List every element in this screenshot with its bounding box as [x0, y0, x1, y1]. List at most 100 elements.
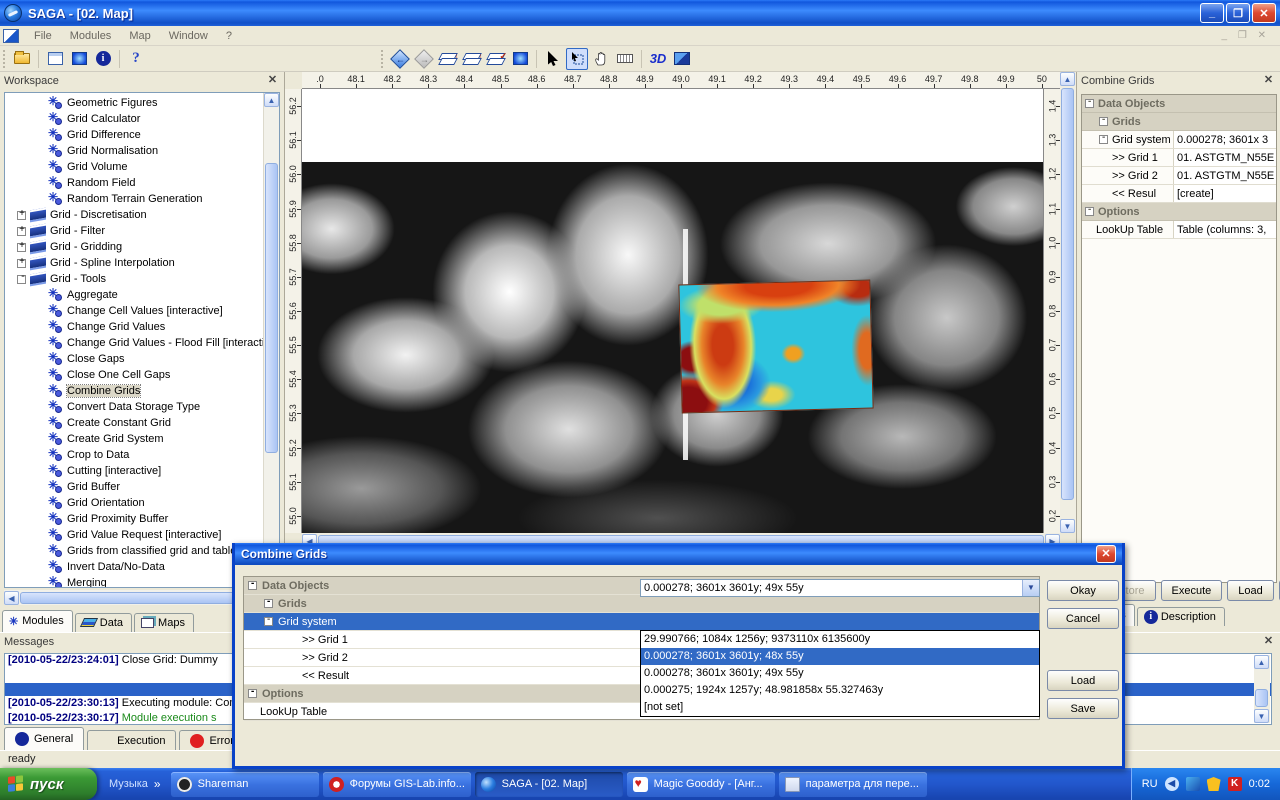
param-section-row[interactable]: Options — [1082, 203, 1276, 221]
collapse-icon[interactable] — [264, 617, 273, 626]
taskbar-clock[interactable]: 0:02 — [1249, 778, 1270, 790]
menu-item[interactable]: ? — [217, 28, 241, 44]
show-layers-icon[interactable]: ✓ — [485, 48, 507, 70]
tree-item[interactable]: Crop to Data — [5, 447, 263, 463]
tree-item[interactable]: Grids from classified grid and table — [5, 543, 263, 559]
open-file-icon[interactable] — [11, 48, 33, 70]
map-vscroll-thumb[interactable] — [1061, 88, 1074, 500]
param-section-row[interactable]: Data Objects — [1082, 95, 1276, 113]
restore-button[interactable]: ❐ — [1226, 3, 1250, 23]
menu-item[interactable]: Modules — [61, 28, 121, 44]
tree-item[interactable]: Grid - Filter — [5, 223, 263, 239]
grid-system-combobox[interactable]: 0.000278; 3601x 3601y; 49x 55y ▼ — [640, 579, 1040, 597]
param-section-row[interactable]: Grids — [244, 595, 1039, 613]
scroll-up-icon[interactable]: ▲ — [264, 93, 279, 107]
tree-item[interactable]: Grid - Discretisation — [5, 207, 263, 223]
tree-item[interactable]: Grid Value Request [interactive] — [5, 527, 263, 543]
load-button[interactable]: Load — [1047, 670, 1119, 691]
dropdown-item[interactable]: [not set] — [641, 699, 1039, 716]
expand-toggle-icon[interactable] — [17, 259, 26, 268]
quick-launch-chevron-icon[interactable]: » — [154, 777, 161, 791]
grid-system-row[interactable]: Grid system — [244, 613, 1039, 631]
workspace-tab[interactable]: Maps — [134, 613, 194, 632]
param-section-row[interactable]: Grids — [1082, 113, 1276, 131]
tree-item[interactable]: Close Gaps — [5, 351, 263, 367]
param-value[interactable]: 01. ASTGTM_N55E — [1173, 167, 1276, 184]
antivirus-tray-icon[interactable]: K — [1228, 777, 1242, 791]
messages-tab[interactable]: Execution — [87, 730, 176, 750]
tree-item[interactable]: Grid - Tools — [5, 271, 263, 287]
menu-item[interactable]: Window — [160, 28, 217, 44]
expand-toggle-icon[interactable] — [17, 227, 26, 236]
collapse-icon[interactable] — [1085, 99, 1094, 108]
collapse-icon[interactable] — [264, 599, 273, 608]
tree-item[interactable]: Grid Buffer — [5, 479, 263, 495]
messages-tab[interactable]: General — [4, 727, 84, 750]
collapse-icon[interactable] — [1099, 117, 1108, 126]
tree-item[interactable]: Change Grid Values - Flood Fill [interac… — [5, 335, 263, 351]
param-value[interactable]: [create] — [1173, 185, 1276, 202]
taskbar-task-button[interactable]: SAGA - [02. Map] — [475, 772, 623, 797]
tree-item[interactable]: Create Constant Grid — [5, 415, 263, 431]
start-button[interactable]: пуск — [0, 768, 97, 800]
map-canvas[interactable] — [302, 89, 1043, 533]
param-row[interactable]: >> Grid 201. ASTGTM_N55E — [1082, 167, 1276, 185]
menu-item[interactable]: File — [25, 28, 61, 44]
param-row[interactable]: LookUp TableTable (columns: 3, — [1082, 221, 1276, 239]
okay-button[interactable]: Okay — [1047, 580, 1119, 601]
hide-tray-icons-icon[interactable]: ◀ — [1165, 777, 1179, 791]
security-warning-tray-icon[interactable] — [1207, 777, 1221, 791]
dropdown-item[interactable]: 0.000275; 1924x 1257y; 48.981858x 55.327… — [641, 682, 1039, 699]
tree-item[interactable]: Close One Cell Gaps — [5, 367, 263, 383]
object-properties-icon[interactable]: i — [92, 48, 114, 70]
synchronize-icon[interactable] — [509, 48, 531, 70]
scroll-down-icon[interactable]: ▼ — [1060, 519, 1075, 533]
scroll-left-icon[interactable]: ◀ — [4, 591, 19, 605]
tree-item[interactable]: Grid Calculator — [5, 111, 263, 127]
dropdown-item[interactable]: 29.990766; 1084x 1256y; 9373110x 6135600… — [641, 631, 1039, 648]
close-button[interactable]: ✕ — [1252, 3, 1276, 23]
zoom-active-layer-icon[interactable]: ↓ — [461, 48, 483, 70]
tree-item[interactable]: Invert Data/No-Data — [5, 559, 263, 575]
zoom-full-extent-icon[interactable]: ↓ — [437, 48, 459, 70]
param-row[interactable]: << Resul[create] — [1082, 185, 1276, 203]
cancel-button[interactable]: Cancel — [1047, 608, 1119, 629]
tree-item[interactable]: Grid Normalisation — [5, 143, 263, 159]
workspace-tab[interactable]: Modules — [2, 610, 73, 632]
execute-button[interactable]: Execute — [1161, 580, 1223, 601]
minimize-button[interactable]: _ — [1200, 3, 1224, 23]
collapse-icon[interactable] — [248, 581, 257, 590]
taskbar-task-button[interactable]: параметра для пере... — [779, 772, 927, 797]
expand-toggle-icon[interactable] — [17, 211, 26, 220]
mdi-child-icon[interactable] — [3, 29, 19, 43]
tree-item[interactable]: Aggregate — [5, 287, 263, 303]
quick-launch-label[interactable]: Музыка — [109, 778, 148, 790]
media-player-tray-icon[interactable] — [1186, 777, 1200, 791]
language-indicator[interactable]: RU — [1142, 778, 1158, 790]
messages-scrollbar[interactable]: ▲ ▼ — [1254, 655, 1270, 723]
tree-item[interactable]: Cutting [interactive] — [5, 463, 263, 479]
param-value[interactable]: 01. ASTGTM_N55E — [1173, 149, 1276, 166]
measure-tool-icon[interactable] — [614, 48, 636, 70]
save-map-image-icon[interactable] — [671, 48, 693, 70]
scroll-up-icon[interactable]: ▲ — [1060, 72, 1075, 86]
dialog-close-icon[interactable]: ✕ — [1096, 545, 1116, 563]
tree-item[interactable]: Grid Volume — [5, 159, 263, 175]
tree-item[interactable]: Grid - Gridding — [5, 239, 263, 255]
zoom-forward-icon[interactable]: → — [413, 48, 435, 70]
workspace-tab[interactable]: Data — [75, 613, 132, 632]
dropdown-item[interactable]: 0.000278; 3601x 3601y; 48x 55y — [641, 648, 1039, 665]
tree-item[interactable]: Grid Proximity Buffer — [5, 511, 263, 527]
collapse-icon[interactable] — [1099, 135, 1108, 144]
workspace-close-icon[interactable]: ✕ — [265, 74, 280, 88]
tree-item[interactable]: Create Grid System — [5, 431, 263, 447]
scroll-up-icon[interactable]: ▲ — [1254, 655, 1269, 669]
param-value[interactable]: Table (columns: 3, — [1173, 221, 1276, 238]
3d-view-icon[interactable]: 3D — [647, 48, 669, 70]
pan-tool-icon[interactable] — [590, 48, 612, 70]
map-vertical-scrollbar[interactable]: ▲ ▼ — [1060, 72, 1076, 533]
taskbar-task-button[interactable]: Shareman — [171, 772, 319, 797]
tab-description[interactable]: i Description — [1137, 607, 1225, 626]
dropdown-item[interactable]: 0.000278; 3601x 3601y; 49x 55y — [641, 665, 1039, 682]
taskbar-task-button[interactable]: Magic Gooddy - [Анг... — [627, 772, 775, 797]
